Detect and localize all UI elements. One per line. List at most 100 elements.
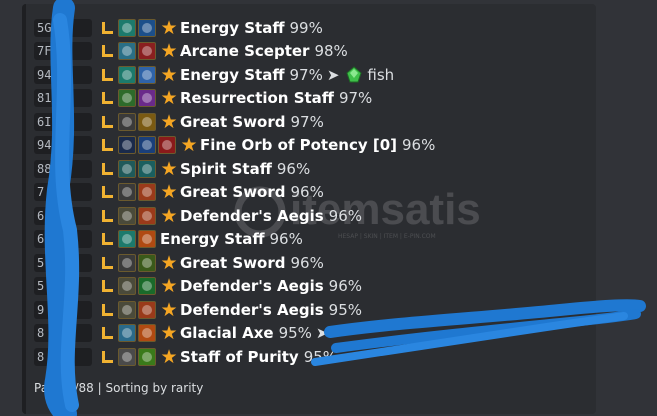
- tree-branch-icon: [100, 68, 114, 82]
- defenders-aegis-item-icon: [118, 300, 136, 319]
- star-icon: ★: [160, 110, 178, 133]
- item-name: Staff of Purity: [180, 347, 299, 366]
- item-id-code: 8: [34, 324, 92, 343]
- arcane-scepter-item-icon: [118, 42, 136, 61]
- great-sword-item-icon: [118, 183, 136, 202]
- energy-staff-item-icon: [118, 230, 136, 249]
- item-id-code: 81: [34, 89, 92, 108]
- star-icon: ★: [160, 181, 178, 204]
- item-quality: 96%: [276, 159, 311, 178]
- tree-branch-icon: [100, 115, 114, 129]
- item-id-code: 94: [34, 65, 92, 84]
- red-fist-icon: [138, 206, 156, 225]
- tree-branch-icon: [100, 21, 114, 35]
- star-icon: ★: [160, 87, 178, 110]
- item-quality: 96%: [290, 183, 324, 202]
- lightning-icon: [138, 65, 156, 84]
- item-row: 5 ★ Defender's Aegis 96%: [34, 275, 594, 299]
- item-id-code: 88: [34, 159, 92, 178]
- item-id-code: 9: [34, 300, 92, 319]
- red-fist-icon: [138, 183, 156, 202]
- item-quality: 99%: [289, 18, 323, 37]
- blue-orb-icon: [138, 136, 156, 155]
- item-row: 7 ★ Great Sword 96%: [34, 181, 594, 205]
- item-tag: fish: [367, 65, 395, 84]
- item-name: Energy Staff: [180, 65, 285, 84]
- item-name: Great Sword: [180, 183, 286, 202]
- item-name: Energy Staff: [180, 18, 285, 37]
- item-quality: 96%: [328, 277, 362, 296]
- item-row: 5 ★ Great Sword 96%: [34, 251, 594, 275]
- item-quality: 95%: [328, 300, 362, 319]
- item-quality: 95%: [278, 324, 312, 343]
- item-list: 5GN ★ Energy Staff 99% 7F ★ Arcane Scepter 98% 9…: [34, 16, 594, 369]
- arrow-icon: ➤: [326, 65, 340, 84]
- item-row: 8 ★ Staff of Purity 95%: [34, 345, 594, 369]
- resurrection-staff-item-icon: [118, 89, 136, 108]
- item-row: 94 ★ Energy Staff 97% ➤ fish: [34, 63, 594, 87]
- embed-accent-bar: [22, 4, 26, 414]
- tree-branch-icon: [100, 44, 114, 58]
- green-gem-icon: [346, 66, 362, 83]
- item-quality: 96%: [402, 136, 436, 155]
- item-name: Fine Orb of Potency [0]: [200, 136, 397, 155]
- spirit-staff-item-icon: [118, 159, 136, 178]
- item-row: 8 ★ Glacial Axe 95% ➤: [34, 322, 594, 346]
- tree-branch-icon: [100, 185, 114, 199]
- star-icon: ★: [160, 16, 178, 39]
- item-quality: 97%: [290, 112, 324, 131]
- tree-branch-icon: [100, 350, 114, 364]
- glacial-axe-item-icon: [118, 324, 136, 343]
- star-icon: ★: [180, 134, 198, 157]
- great-sword-item-icon: [118, 253, 136, 272]
- embed-footer: Page 1/88 | Sorting by rarity: [34, 381, 204, 395]
- great-sword-item-icon: [118, 112, 136, 131]
- arrow-icon: ➤: [315, 324, 329, 343]
- tree-branch-icon: [100, 326, 114, 340]
- item-extra: ➤ fish: [327, 66, 394, 84]
- fire-icon: [138, 230, 156, 249]
- arcane-swirl-icon: [138, 42, 156, 61]
- item-quality: 97%: [338, 89, 373, 108]
- item-id-code: 94: [34, 136, 92, 155]
- star-icon: ★: [160, 63, 178, 86]
- star-icon: ★: [160, 298, 178, 321]
- item-id-code: 6I: [34, 112, 92, 131]
- fine-orb-item-icon: [118, 136, 136, 155]
- energy-staff-item-icon: [118, 18, 136, 37]
- tree-branch-icon: [100, 162, 114, 176]
- item-row: 7F ★ Arcane Scepter 98%: [34, 40, 594, 64]
- defenders-aegis-item-icon: [118, 206, 136, 225]
- item-quality: 96%: [290, 253, 324, 272]
- item-id-code: 5: [34, 277, 92, 296]
- item-name: Defender's Aegis: [180, 300, 324, 319]
- gold-slash-icon: [138, 112, 156, 131]
- item-row: 9 ★ Defender's Aegis 95%: [34, 298, 594, 322]
- energy-orb-icon: [138, 18, 156, 37]
- purple-hand-icon: [138, 89, 156, 108]
- item-name: Arcane Scepter: [180, 42, 310, 61]
- item-id-code: 7: [34, 183, 92, 202]
- tree-branch-icon: [100, 209, 114, 223]
- item-id-code: 6: [34, 206, 92, 225]
- red-rune-icon: [158, 136, 176, 155]
- tree-branch-icon: [100, 303, 114, 317]
- item-row: 6 Energy Staff 96%: [34, 228, 594, 252]
- item-extra: ➤: [316, 324, 329, 342]
- item-name: Defender's Aegis: [180, 277, 324, 296]
- item-row: 6 ★ Defender's Aegis 96%: [34, 204, 594, 228]
- energy-staff-item-icon: [118, 65, 136, 84]
- item-name: Great Sword: [180, 112, 286, 131]
- item-id-code: 8: [34, 347, 92, 366]
- fire-burst-icon: [138, 324, 156, 343]
- item-id-code: 6: [34, 230, 92, 249]
- tree-branch-icon: [100, 279, 114, 293]
- star-icon: ★: [160, 157, 178, 180]
- green-glow-icon: [138, 277, 156, 296]
- discord-message-area: itemsatis HESAP | SKIN | ITEM | E-PIN.CO…: [0, 0, 657, 416]
- item-row: 94 ★ Fine Orb of Potency [0] 96%: [34, 134, 594, 158]
- item-row: 88 ★ Spirit Staff 96%: [34, 157, 594, 181]
- star-icon: ★: [160, 40, 178, 63]
- item-quality: 98%: [314, 42, 348, 61]
- star-icon: ★: [160, 275, 178, 298]
